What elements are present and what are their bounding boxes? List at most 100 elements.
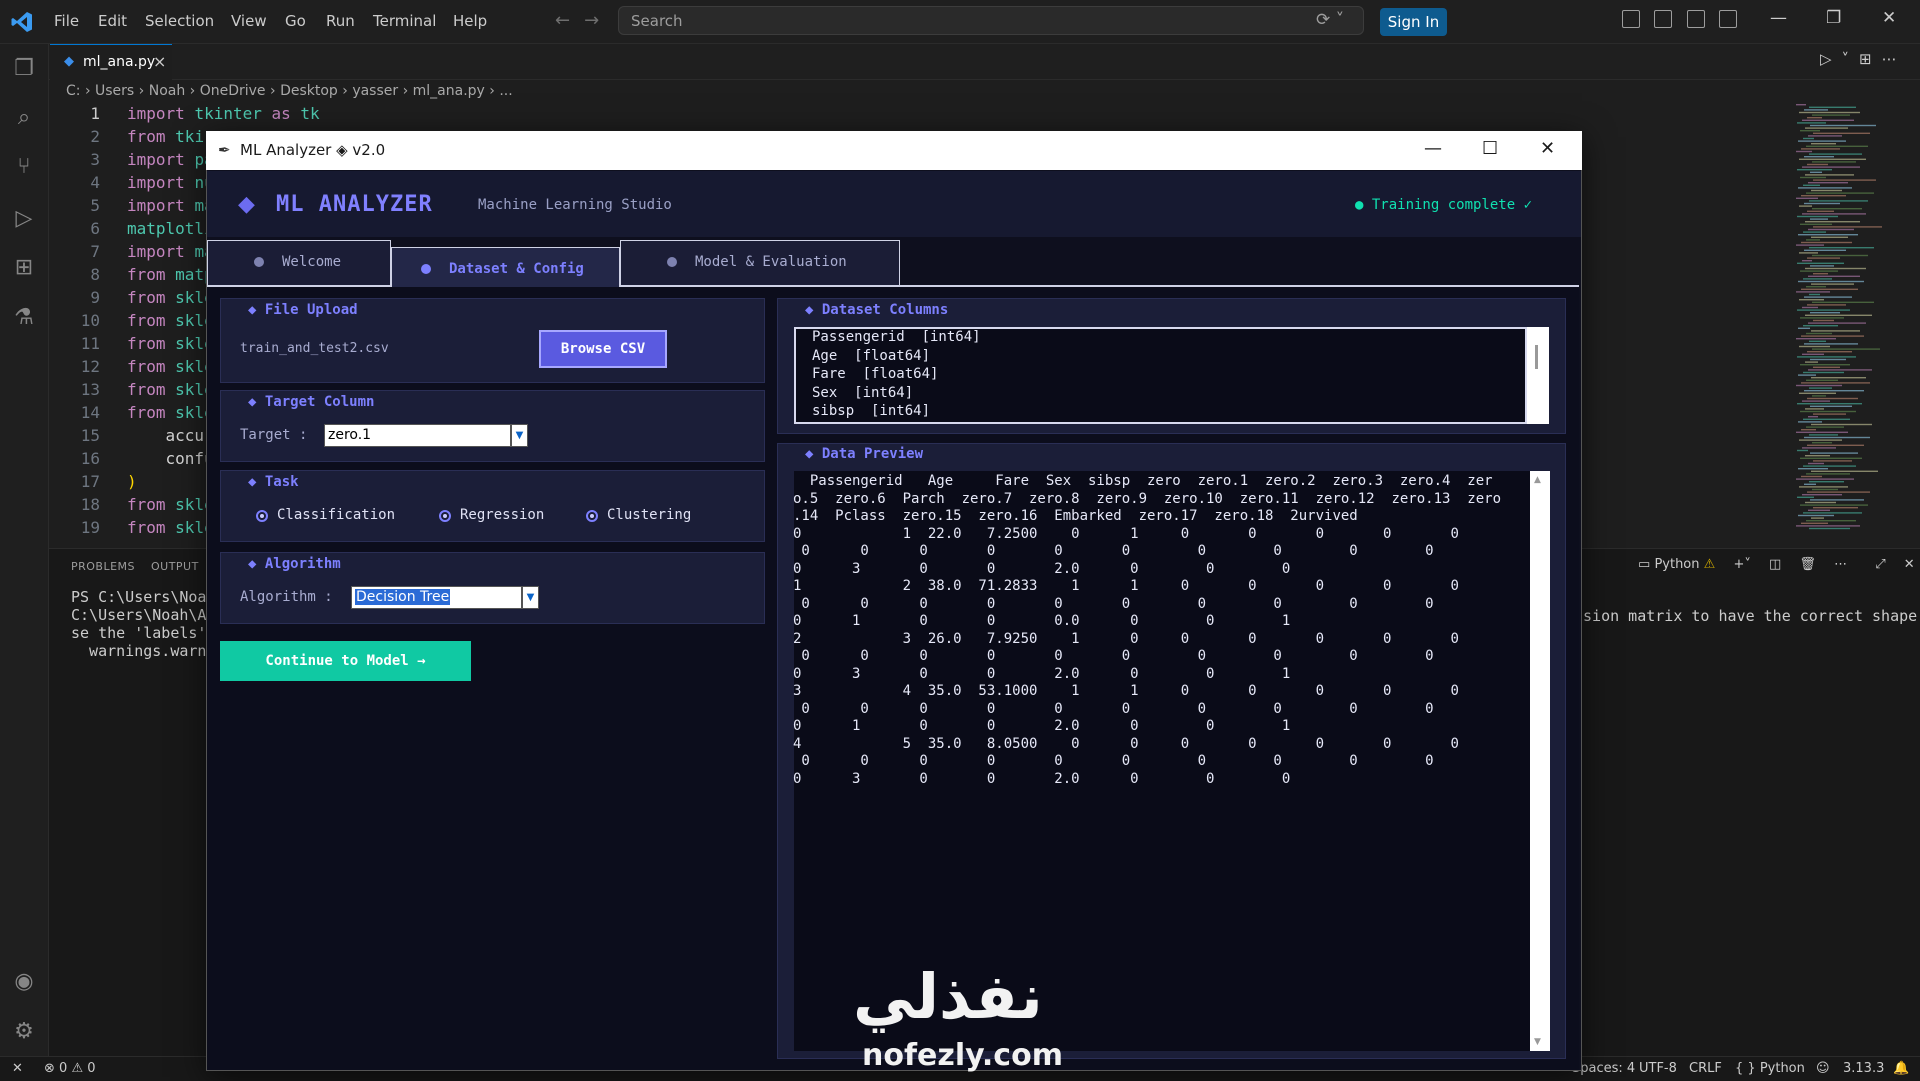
- code-line[interactable]: from matp: [127, 265, 214, 284]
- code-line[interactable]: confu: [127, 449, 214, 468]
- column-list-item[interactable]: Passengerid [int64]: [812, 329, 981, 345]
- settings-gear-icon[interactable]: ⚙: [12, 1020, 36, 1044]
- app-minimize-icon[interactable]: —: [1424, 138, 1442, 159]
- column-list-item[interactable]: Fare [float64]: [812, 366, 938, 382]
- tab-model-evaluation[interactable]: Model & Evaluation: [620, 240, 900, 285]
- tab-dataset-config[interactable]: Dataset & Config: [391, 247, 620, 287]
- editor-tab-ml-ana[interactable]: ◆ ml_ana.py ×: [50, 44, 172, 80]
- menu-run[interactable]: Run: [326, 12, 355, 30]
- copilot-status-icon[interactable]: ☺: [1816, 1061, 1830, 1076]
- code-line[interactable]: import tkinter as tk: [127, 104, 320, 123]
- breadcrumb-item[interactable]: Noah: [149, 83, 186, 99]
- run-debug-icon[interactable]: ▷: [12, 207, 36, 231]
- status-encoding[interactable]: UTF-8: [1639, 1061, 1677, 1076]
- code-line[interactable]: import ma: [127, 196, 214, 215]
- more-actions-icon[interactable]: ⋯: [1834, 557, 1847, 572]
- breadcrumb-item[interactable]: yasser: [352, 83, 398, 99]
- menu-terminal[interactable]: Terminal: [373, 12, 436, 30]
- scroll-up-icon[interactable]: ▲: [1534, 475, 1541, 485]
- radio-regression-label[interactable]: Regression: [460, 507, 544, 523]
- source-control-icon[interactable]: ⑂: [12, 155, 36, 179]
- breadcrumb-item[interactable]: ml_ana.py: [413, 83, 485, 99]
- search-icon[interactable]: ⌕: [12, 106, 36, 130]
- code-line[interactable]: from skle: [127, 518, 214, 537]
- remote-icon[interactable]: ✕: [12, 1061, 23, 1076]
- radio-classification-label[interactable]: Classification: [277, 507, 395, 523]
- code-line[interactable]: import pa: [127, 150, 214, 169]
- panel-tab-problems[interactable]: PROBLEMS: [71, 560, 135, 573]
- continue-to-model-button[interactable]: Continue to Model →: [220, 641, 471, 681]
- toggle-secondary-sidebar-icon[interactable]: [1719, 10, 1737, 28]
- tab-welcome[interactable]: Welcome: [207, 240, 391, 285]
- terminal-profile-icon[interactable]: ▭: [1638, 557, 1650, 572]
- customize-layout-icon[interactable]: [1622, 10, 1640, 28]
- code-line[interactable]: import nu: [127, 173, 214, 192]
- copilot-icon[interactable]: ⟳ ˅: [1316, 10, 1344, 30]
- status-python-version[interactable]: 3.13.3: [1843, 1061, 1884, 1076]
- split-terminal-icon[interactable]: ◫: [1769, 557, 1781, 572]
- column-list-item[interactable]: Age [float64]: [812, 348, 930, 364]
- radio-classification[interactable]: [256, 510, 268, 522]
- code-line[interactable]: from skle: [127, 334, 214, 353]
- code-line[interactable]: matplotli: [127, 219, 214, 238]
- toggle-panel-icon[interactable]: [1687, 10, 1705, 28]
- panel-tab-output[interactable]: OUTPUT: [151, 560, 199, 573]
- browse-csv-button[interactable]: Browse CSV: [539, 330, 667, 368]
- close-icon[interactable]: ✕: [1882, 8, 1896, 28]
- status-eol[interactable]: CRLF: [1689, 1061, 1722, 1076]
- close-panel-icon[interactable]: ✕: [1904, 557, 1915, 572]
- status-language[interactable]: { } Python: [1735, 1061, 1805, 1076]
- menu-view[interactable]: View: [231, 12, 267, 30]
- nav-arrows-icon[interactable]: ←→: [555, 10, 613, 31]
- menu-help[interactable]: Help: [453, 12, 487, 30]
- menu-edit[interactable]: Edit: [98, 12, 127, 30]
- radio-clustering[interactable]: [586, 510, 598, 522]
- code-line[interactable]: ): [127, 472, 137, 491]
- problems-status[interactable]: ⊗ 0 ⚠ 0: [44, 1061, 96, 1076]
- algorithm-combobox[interactable]: Decision Tree: [351, 586, 522, 609]
- new-terminal-icon[interactable]: +˅: [1733, 557, 1750, 572]
- code-line[interactable]: from skle: [127, 311, 214, 330]
- code-line[interactable]: from skle: [127, 380, 214, 399]
- target-combobox[interactable]: zero.1: [324, 424, 511, 447]
- column-list-item[interactable]: sibsp [int64]: [812, 403, 930, 419]
- breadcrumb-item[interactable]: OneDrive: [200, 83, 266, 99]
- kill-terminal-icon[interactable]: 🗑: [1799, 557, 1816, 572]
- column-list-item[interactable]: Sex [int64]: [812, 385, 913, 401]
- code-line[interactable]: from skle: [127, 288, 214, 307]
- app-maximize-icon[interactable]: ☐: [1482, 138, 1498, 159]
- sign-in-button[interactable]: Sign In: [1380, 8, 1447, 36]
- menu-file[interactable]: File: [54, 12, 79, 30]
- breadcrumb-item[interactable]: ...: [499, 83, 512, 99]
- notifications-icon[interactable]: 🔔: [1893, 1061, 1909, 1076]
- toggle-primary-sidebar-icon[interactable]: [1654, 10, 1672, 28]
- breadcrumb-item[interactable]: C:: [66, 83, 81, 99]
- accounts-icon[interactable]: ◉: [12, 970, 36, 994]
- minimize-icon[interactable]: —: [1770, 8, 1787, 28]
- maximize-icon[interactable]: ❐: [1826, 8, 1841, 28]
- code-line[interactable]: accur: [127, 426, 214, 445]
- algorithm-dropdown-arrow-icon[interactable]: ▼: [522, 586, 539, 609]
- maximize-panel-icon[interactable]: ⤢: [1875, 557, 1885, 572]
- minimap[interactable]: [1792, 100, 1882, 530]
- code-line[interactable]: from tkir: [127, 127, 214, 146]
- columns-scroll-thumb[interactable]: [1535, 345, 1538, 369]
- radio-regression[interactable]: [439, 510, 451, 522]
- breadcrumb-item[interactable]: Users: [95, 83, 134, 99]
- breadcrumb-item[interactable]: Desktop: [280, 83, 338, 99]
- preview-scrollbar[interactable]: ▲ ▼: [1530, 471, 1550, 1051]
- code-line[interactable]: from skle: [127, 403, 214, 422]
- extensions-icon[interactable]: ⊞: [12, 256, 36, 280]
- explorer-icon[interactable]: ❐: [12, 57, 36, 81]
- target-dropdown-arrow-icon[interactable]: ▼: [511, 424, 528, 447]
- run-python-file-icon[interactable]: ▷˅⊞⋯: [1820, 50, 1907, 68]
- terminal-profile-label[interactable]: Python: [1654, 557, 1699, 572]
- radio-clustering-label[interactable]: Clustering: [607, 507, 691, 523]
- testing-icon[interactable]: ⚗: [12, 306, 36, 330]
- code-line[interactable]: import ma: [127, 242, 214, 261]
- columns-scrollbar[interactable]: [1527, 327, 1549, 424]
- menu-go[interactable]: Go: [285, 12, 306, 30]
- tab-close-icon[interactable]: ×: [153, 52, 166, 71]
- code-line[interactable]: from skle: [127, 357, 214, 376]
- app-close-icon[interactable]: ✕: [1540, 138, 1555, 159]
